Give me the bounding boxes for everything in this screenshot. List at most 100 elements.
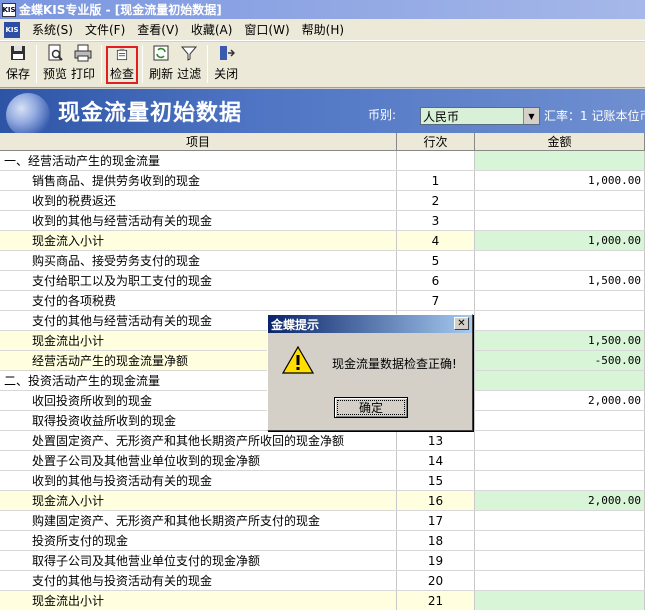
table-row[interactable]: 销售商品、提供劳务收到的现金 1 1,000.00 — [0, 171, 645, 191]
toolbar-separator — [207, 45, 209, 83]
table-row[interactable]: 处置固定资产、无形资产和其他长期资产所收回的现金净额 13 — [0, 431, 645, 451]
cell-line[interactable]: 20 — [397, 571, 475, 590]
table-row[interactable]: 取得子公司及其他营业单位支付的现金净额 19 — [0, 551, 645, 571]
cell-amount[interactable] — [475, 191, 645, 210]
cell-amount[interactable] — [475, 471, 645, 490]
chevron-down-icon[interactable]: ▼ — [523, 108, 539, 124]
table-row[interactable]: 收到的税费返还 2 — [0, 191, 645, 211]
cell-item[interactable]: 收到的其他与经营活动有关的现金 — [0, 211, 397, 230]
table-row[interactable]: 现金流出小计 21 — [0, 591, 645, 610]
table-row[interactable]: 处置子公司及其他营业单位收到的现金净额 14 — [0, 451, 645, 471]
header-line[interactable]: 行次 — [397, 133, 475, 150]
cell-item[interactable]: 现金流入小计 — [0, 491, 397, 510]
menu-system[interactable]: 系统(S) — [26, 21, 79, 38]
cell-item[interactable]: 现金流出小计 — [0, 591, 397, 610]
cell-line[interactable]: 18 — [397, 531, 475, 550]
cell-item[interactable]: 收到的其他与投资活动有关的现金 — [0, 471, 397, 490]
cell-amount[interactable] — [475, 571, 645, 590]
cell-item[interactable]: 收到的税费返还 — [0, 191, 397, 210]
menu-help[interactable]: 帮助(H) — [296, 21, 350, 38]
header-amount[interactable]: 金额 — [475, 133, 645, 150]
menu-favorites[interactable]: 收藏(A) — [185, 21, 239, 38]
cell-amount[interactable] — [475, 371, 645, 390]
dialog-message: 现金流量数据检查正确! — [332, 357, 457, 371]
close-button[interactable]: 关闭 — [212, 42, 240, 86]
cell-amount[interactable]: 1,000.00 — [475, 171, 645, 190]
cell-amount[interactable]: 1,500.00 — [475, 271, 645, 290]
cell-line[interactable]: 5 — [397, 251, 475, 270]
refresh-button[interactable]: 刷新 — [147, 42, 175, 86]
cell-amount[interactable] — [475, 291, 645, 310]
filter-button[interactable]: 过滤 — [175, 42, 203, 86]
save-button[interactable]: 保存 — [4, 42, 32, 86]
cell-amount[interactable] — [475, 311, 645, 330]
cell-amount[interactable] — [475, 451, 645, 470]
preview-button[interactable]: 预览 — [41, 42, 69, 86]
cell-amount[interactable] — [475, 591, 645, 610]
cell-line[interactable] — [397, 151, 475, 170]
cell-amount[interactable] — [475, 151, 645, 170]
ok-button[interactable]: 确定 — [334, 397, 408, 418]
cell-amount[interactable]: 2,000.00 — [475, 491, 645, 510]
table-row[interactable]: 支付给职工以及为职工支付的现金 6 1,500.00 — [0, 271, 645, 291]
header-item[interactable]: 项目 — [0, 133, 397, 150]
table-row[interactable]: 投资所支付的现金 18 — [0, 531, 645, 551]
cell-item[interactable]: 处置固定资产、无形资产和其他长期资产所收回的现金净额 — [0, 431, 397, 450]
cell-item[interactable]: 支付的各项税费 — [0, 291, 397, 310]
table-row[interactable]: 收到的其他与经营活动有关的现金 3 — [0, 211, 645, 231]
cell-item[interactable]: 取得子公司及其他营业单位支付的现金净额 — [0, 551, 397, 570]
cell-line[interactable]: 4 — [397, 231, 475, 250]
cell-amount[interactable] — [475, 431, 645, 450]
cell-line[interactable]: 6 — [397, 271, 475, 290]
cell-line[interactable]: 7 — [397, 291, 475, 310]
cell-line[interactable]: 2 — [397, 191, 475, 210]
cell-amount[interactable] — [475, 531, 645, 550]
check-button[interactable]: 检查 — [106, 46, 139, 84]
cell-amount[interactable] — [475, 551, 645, 570]
cell-amount[interactable] — [475, 511, 645, 530]
table-row[interactable]: 支付的其他与投资活动有关的现金 20 — [0, 571, 645, 591]
table-header: 项目 行次 金额 — [0, 133, 645, 151]
cell-item[interactable]: 销售商品、提供劳务收到的现金 — [0, 171, 397, 190]
cell-line[interactable]: 14 — [397, 451, 475, 470]
cell-line[interactable]: 21 — [397, 591, 475, 610]
menu-window[interactable]: 窗口(W) — [238, 21, 295, 38]
cell-line[interactable]: 13 — [397, 431, 475, 450]
toolbar-separator — [142, 45, 144, 83]
table-row[interactable]: 购建固定资产、无形资产和其他长期资产所支付的现金 17 — [0, 511, 645, 531]
cell-item[interactable]: 购买商品、接受劳务支付的现金 — [0, 251, 397, 270]
cell-item[interactable]: 支付的其他与投资活动有关的现金 — [0, 571, 397, 590]
document-menu-icon[interactable]: KIS — [4, 21, 20, 38]
menu-view[interactable]: 查看(V) — [131, 21, 185, 38]
cell-line[interactable]: 16 — [397, 491, 475, 510]
table-row[interactable]: 收到的其他与投资活动有关的现金 15 — [0, 471, 645, 491]
cell-item[interactable]: 处置子公司及其他营业单位收到的现金净额 — [0, 451, 397, 470]
close-icon[interactable]: ✕ — [454, 317, 469, 330]
cell-amount[interactable]: 1,000.00 — [475, 231, 645, 250]
cell-amount[interactable] — [475, 411, 645, 430]
cell-amount[interactable] — [475, 211, 645, 230]
cell-line[interactable]: 17 — [397, 511, 475, 530]
cell-item[interactable]: 一、经营活动产生的现金流量 — [0, 151, 397, 170]
currency-select[interactable]: 人民币 ▼ — [420, 107, 540, 125]
cell-amount[interactable]: 1,500.00 — [475, 331, 645, 350]
cell-line[interactable]: 15 — [397, 471, 475, 490]
print-button[interactable]: 打印 — [69, 42, 97, 86]
table-row[interactable]: 现金流入小计 16 2,000.00 — [0, 491, 645, 511]
cell-amount[interactable]: -500.00 — [475, 351, 645, 370]
cell-amount[interactable]: 2,000.00 — [475, 391, 645, 410]
cell-amount[interactable] — [475, 251, 645, 270]
table-row[interactable]: 购买商品、接受劳务支付的现金 5 — [0, 251, 645, 271]
cell-item[interactable]: 购建固定资产、无形资产和其他长期资产所支付的现金 — [0, 511, 397, 530]
table-row[interactable]: 现金流入小计 4 1,000.00 — [0, 231, 645, 251]
cell-line[interactable]: 19 — [397, 551, 475, 570]
cell-item[interactable]: 现金流入小计 — [0, 231, 397, 250]
cell-line[interactable]: 1 — [397, 171, 475, 190]
message-dialog: 金蝶提示 ✕ 现金流量数据检查正确! 确定 — [267, 314, 473, 431]
cell-item[interactable]: 投资所支付的现金 — [0, 531, 397, 550]
cell-line[interactable]: 3 — [397, 211, 475, 230]
table-row[interactable]: 一、经营活动产生的现金流量 — [0, 151, 645, 171]
cell-item[interactable]: 支付给职工以及为职工支付的现金 — [0, 271, 397, 290]
menu-file[interactable]: 文件(F) — [79, 21, 131, 38]
table-row[interactable]: 支付的各项税费 7 — [0, 291, 645, 311]
